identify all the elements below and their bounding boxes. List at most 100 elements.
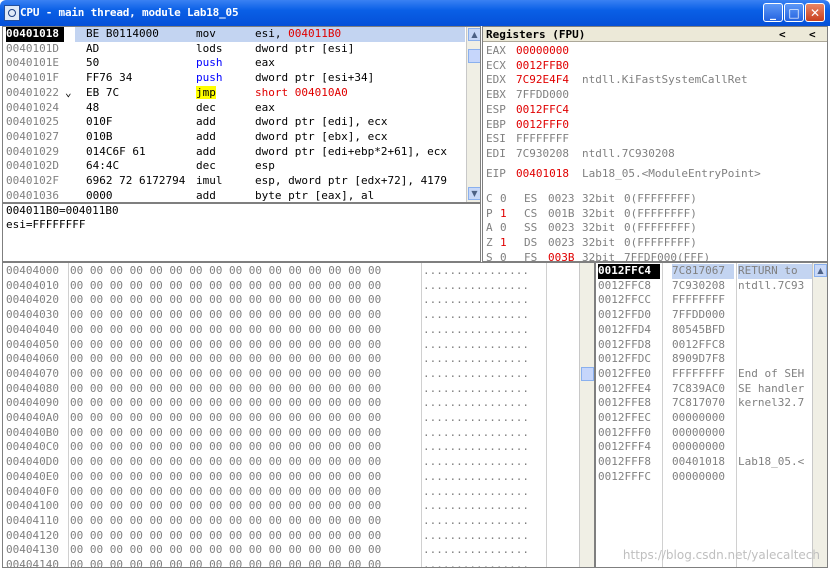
dump-row[interactable]: 004040B0 00 00 00 00 00 00 00 00 00 00 00… (3, 426, 579, 441)
stack-list[interactable]: 0012FFC4 7C817067 RETURN to 0012FFC8 7C93020… (596, 263, 812, 567)
flag-row[interactable]: Z 1 DS 0023 32bit 0(FFFFFFFF) (486, 236, 826, 251)
register-value[interactable]: 0012FFF0 (516, 118, 586, 133)
dump-row[interactable]: 004040E0 00 00 00 00 00 00 00 00 00 00 00… (3, 470, 579, 485)
dump-scroll-thumb[interactable] (581, 367, 594, 381)
stack-scroll-up-button[interactable]: ▲ (814, 264, 827, 277)
disasm-row[interactable]: 00401024 48 dec eax (3, 101, 465, 116)
dump-row[interactable]: 00404040 00 00 00 00 00 00 00 00 00 00 00… (3, 323, 579, 338)
dump-row[interactable]: 00404130 00 00 00 00 00 00 00 00 00 00 00… (3, 543, 579, 558)
dump-row[interactable]: 00404110 00 00 00 00 00 00 00 00 00 00 00… (3, 514, 579, 529)
memory-dump-list[interactable]: 00404000 00 00 00 00 00 00 00 00 00 00 00… (3, 263, 579, 567)
dump-row[interactable]: 00404010 00 00 00 00 00 00 00 00 00 00 00… (3, 279, 579, 294)
scroll-down-button[interactable]: ▼ (468, 187, 480, 200)
dump-row[interactable]: 00404030 00 00 00 00 00 00 00 00 00 00 00… (3, 308, 579, 323)
registers-pane[interactable]: Registers (FPU) < < EAX 00000000 ECX 0012FF… (482, 26, 828, 262)
flag-value[interactable]: 1 (500, 207, 512, 222)
ollydbg-app-icon[interactable] (4, 5, 20, 21)
disasm-row[interactable]: 00401029 014C6F 61 add dword ptr [edi+ebp*2… (3, 145, 465, 160)
disasm-row[interactable]: 00401036 0000 add byte ptr [eax], al (3, 189, 465, 202)
disasm-row[interactable]: 0040101F FF76 34 push dword ptr [esi+34] (3, 71, 465, 86)
stack-row[interactable]: 0012FFF4 00000000 (596, 440, 812, 455)
register-row[interactable]: EBP 0012FFF0 (486, 118, 826, 133)
register-row[interactable]: ESP 0012FFC4 (486, 103, 826, 118)
register-value[interactable]: 0012FFB0 (516, 59, 586, 74)
register-row[interactable]: EDX 7C92E4F4 ntdll.KiFastSystemCallRet (486, 73, 826, 88)
register-value[interactable]: 7FFDD000 (516, 88, 586, 103)
dump-row[interactable]: 00404050 00 00 00 00 00 00 00 00 00 00 00… (3, 338, 579, 353)
disasm-row[interactable]: 0040102D 64:4C dec esp (3, 159, 465, 174)
register-row[interactable]: ECX 0012FFB0 (486, 59, 826, 74)
stack-row[interactable]: 0012FFC4 7C817067 RETURN to (596, 264, 812, 279)
dump-row[interactable]: 004040A0 00 00 00 00 00 00 00 00 00 00 00… (3, 411, 579, 426)
register-value[interactable]: FFFFFFFF (516, 132, 586, 147)
close-button[interactable]: ✕ (805, 3, 825, 22)
flag-row[interactable]: C 0 ES 0023 32bit 0(FFFFFFFF) (486, 192, 826, 207)
stack-row[interactable]: 0012FFD4 80545BFD (596, 323, 812, 338)
disasm-row[interactable]: 0040102F 6962 72 6172794 imul esp, dword pt… (3, 174, 465, 189)
stack-scrollbar[interactable]: ▲ (812, 263, 827, 567)
scroll-up-button[interactable]: ▲ (468, 28, 480, 41)
register-value[interactable]: 7C92E4F4 (516, 73, 586, 88)
dump-row[interactable]: 004040D0 00 00 00 00 00 00 00 00 00 00 00… (3, 455, 579, 470)
dump-row[interactable]: 00404020 00 00 00 00 00 00 00 00 00 00 00… (3, 293, 579, 308)
stack-row[interactable]: 0012FFFC 00000000 (596, 470, 812, 485)
register-value[interactable]: 7C930208 (516, 147, 586, 162)
dump-scrollbar[interactable] (579, 263, 594, 567)
register-value[interactable]: 0012FFC4 (516, 103, 586, 118)
stack-row[interactable]: 0012FFDC 8909D7F8 (596, 352, 812, 367)
registers-nav-left-arrow[interactable]: < (779, 27, 786, 42)
stack-row[interactable]: 0012FFE0 FFFFFFFF End of SEH (596, 367, 812, 382)
minimize-button[interactable]: _ (763, 3, 783, 22)
stack-row[interactable]: 0012FFD0 7FFDD000 (596, 308, 812, 323)
stack-row[interactable]: 0012FFF8 00401018 Lab18_05.< (596, 455, 812, 470)
flag-value[interactable]: 0 (500, 221, 512, 236)
dump-row[interactable]: 00404060 00 00 00 00 00 00 00 00 00 00 00… (3, 352, 579, 367)
dump-row[interactable]: 00404090 00 00 00 00 00 00 00 00 00 00 00… (3, 396, 579, 411)
registers-nav-right-arrow[interactable]: < (809, 27, 816, 42)
stack-row[interactable]: 0012FFCC FFFFFFFF (596, 293, 812, 308)
dump-row[interactable]: 00404080 00 00 00 00 00 00 00 00 00 00 00… (3, 382, 579, 397)
stack-pane[interactable]: 0012FFC4 7C817067 RETURN to 0012FFC8 7C93020… (595, 262, 828, 568)
dump-row[interactable]: 004040C0 00 00 00 00 00 00 00 00 00 00 00… (3, 440, 579, 455)
stack-row[interactable]: 0012FFC8 7C930208 ntdll.7C93 (596, 279, 812, 294)
disasm-row[interactable]: 0040101D AD lods dword ptr [esi] (3, 42, 465, 57)
register-row[interactable]: ESI FFFFFFFF (486, 132, 826, 147)
disasm-row[interactable]: 00401022 ⌄ EB 7C jmp short 004010A0 (3, 85, 465, 101)
disasm-row[interactable]: 0040101E 50 push eax (3, 56, 465, 71)
flag-row[interactable]: S 0 FS 003B 32bit 7FFDF000(FFF) (486, 251, 826, 261)
maximize-button[interactable]: □ (784, 3, 804, 22)
stack-row[interactable]: 0012FFF0 00000000 (596, 426, 812, 441)
register-value[interactable]: 00401018 (516, 167, 586, 182)
register-row[interactable]: EAX 00000000 (486, 44, 826, 59)
stack-row[interactable]: 0012FFE8 7C817070 kernel32.7 (596, 396, 812, 411)
disasm-row[interactable]: 00401018 BE B0114000 mov esi, 004011B0 (3, 27, 465, 42)
flag-row[interactable]: P 1 CS 001B 32bit 0(FFFFFFFF) (486, 207, 826, 222)
register-row-eip[interactable]: EIP 00401018 Lab18_05.<ModuleEntryPoint> (486, 167, 826, 182)
title-bar[interactable]: CPU - main thread, module Lab18_05 _ □ ✕ (0, 0, 830, 26)
scroll-thumb[interactable] (468, 49, 480, 63)
memory-dump-pane[interactable]: 00404000 00 00 00 00 00 00 00 00 00 00 00… (2, 262, 595, 568)
flag-value[interactable]: 0 (500, 251, 512, 261)
flag-value[interactable]: 1 (500, 236, 512, 251)
dump-row[interactable]: 00404120 00 00 00 00 00 00 00 00 00 00 00… (3, 529, 579, 544)
dump-row[interactable]: 00404000 00 00 00 00 00 00 00 00 00 00 00… (3, 264, 579, 279)
disassembly-pane[interactable]: 00401018 BE B0114000 mov esi, 004011B0 00401… (2, 26, 481, 203)
disassembly-list[interactable]: 00401018 BE B0114000 mov esi, 004011B0 00401… (3, 27, 465, 202)
register-value[interactable]: 00000000 (516, 44, 586, 59)
stack-row[interactable]: 0012FFD8 0012FFC8 (596, 338, 812, 353)
stack-row[interactable]: 0012FFEC 00000000 (596, 411, 812, 426)
flag-row[interactable]: A 0 SS 0023 32bit 0(FFFFFFFF) (486, 221, 826, 236)
registers-header[interactable]: Registers (FPU) < < (483, 27, 827, 42)
register-row[interactable]: EDI 7C930208 ntdll.7C930208 (486, 147, 826, 162)
disasm-row[interactable]: 00401027 010B add dword ptr [ebx], ecx (3, 130, 465, 145)
dump-row[interactable]: 00404140 00 00 00 00 00 00 00 00 00 00 00… (3, 558, 579, 567)
dump-row[interactable]: 004040F0 00 00 00 00 00 00 00 00 00 00 00… (3, 485, 579, 500)
dump-row[interactable]: 00404100 00 00 00 00 00 00 00 00 00 00 00… (3, 499, 579, 514)
info-pane[interactable]: 004011B0=004011B0 esi=FFFFFFFF (2, 203, 481, 262)
disasm-row[interactable]: 00401025 010F add dword ptr [edi], ecx (3, 115, 465, 130)
register-row[interactable]: EBX 7FFDD000 (486, 88, 826, 103)
disassembly-scrollbar[interactable]: ▲ ▼ (466, 27, 480, 202)
stack-row[interactable]: 0012FFE4 7C839AC0 SE handler (596, 382, 812, 397)
dump-row[interactable]: 00404070 00 00 00 00 00 00 00 00 00 00 00… (3, 367, 579, 382)
flag-value[interactable]: 0 (500, 192, 512, 207)
